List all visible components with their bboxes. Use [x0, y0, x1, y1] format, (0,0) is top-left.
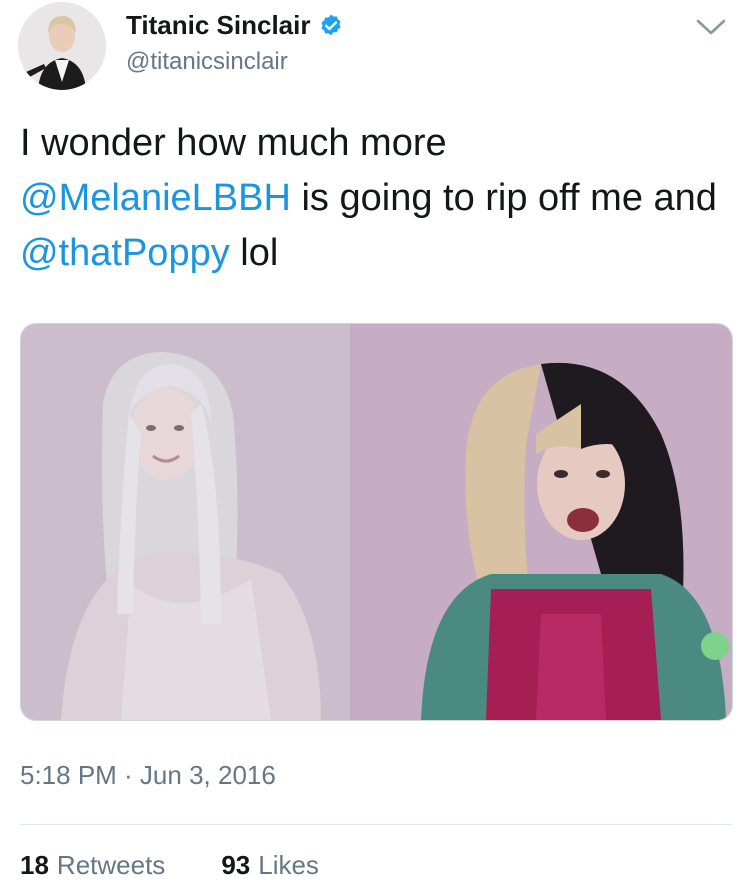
media-photo-right: [351, 324, 732, 720]
likes-stat[interactable]: 93 Likes: [221, 850, 319, 881]
tweet-media[interactable]: [20, 323, 733, 721]
media-photo-left: [21, 324, 351, 720]
retweets-stat[interactable]: 18 Retweets: [20, 850, 165, 881]
divider: [20, 824, 732, 825]
likes-count: 93: [221, 850, 251, 880]
retweets-label: Retweets: [56, 850, 166, 880]
tweet-text-segment: I wonder how much more: [20, 122, 447, 164]
tweet-timestamp[interactable]: 5:18 PM · Jun 3, 2016: [20, 760, 276, 791]
chevron-down-icon[interactable]: [694, 16, 728, 38]
author-handle[interactable]: @titanicsinclair: [126, 48, 288, 76]
author-avatar[interactable]: [18, 2, 106, 90]
retweets-count: 18: [20, 850, 49, 880]
engagement-stats: 18 Retweets 93 Likes: [20, 850, 319, 881]
verified-badge-icon: [318, 13, 344, 39]
tweet-text-segment: is going to rip off me and: [290, 177, 717, 219]
mention-link-melanie[interactable]: @MelanieLBBH: [20, 177, 291, 219]
tweet-text-segment: lol: [229, 232, 279, 274]
mention-link-poppy[interactable]: @thatPoppy: [20, 232, 230, 274]
tweet-text: I wonder how much more @MelanieLBBH is g…: [20, 116, 720, 281]
likes-label: Likes: [258, 850, 319, 880]
author-display-name[interactable]: Titanic Sinclair: [126, 10, 310, 41]
